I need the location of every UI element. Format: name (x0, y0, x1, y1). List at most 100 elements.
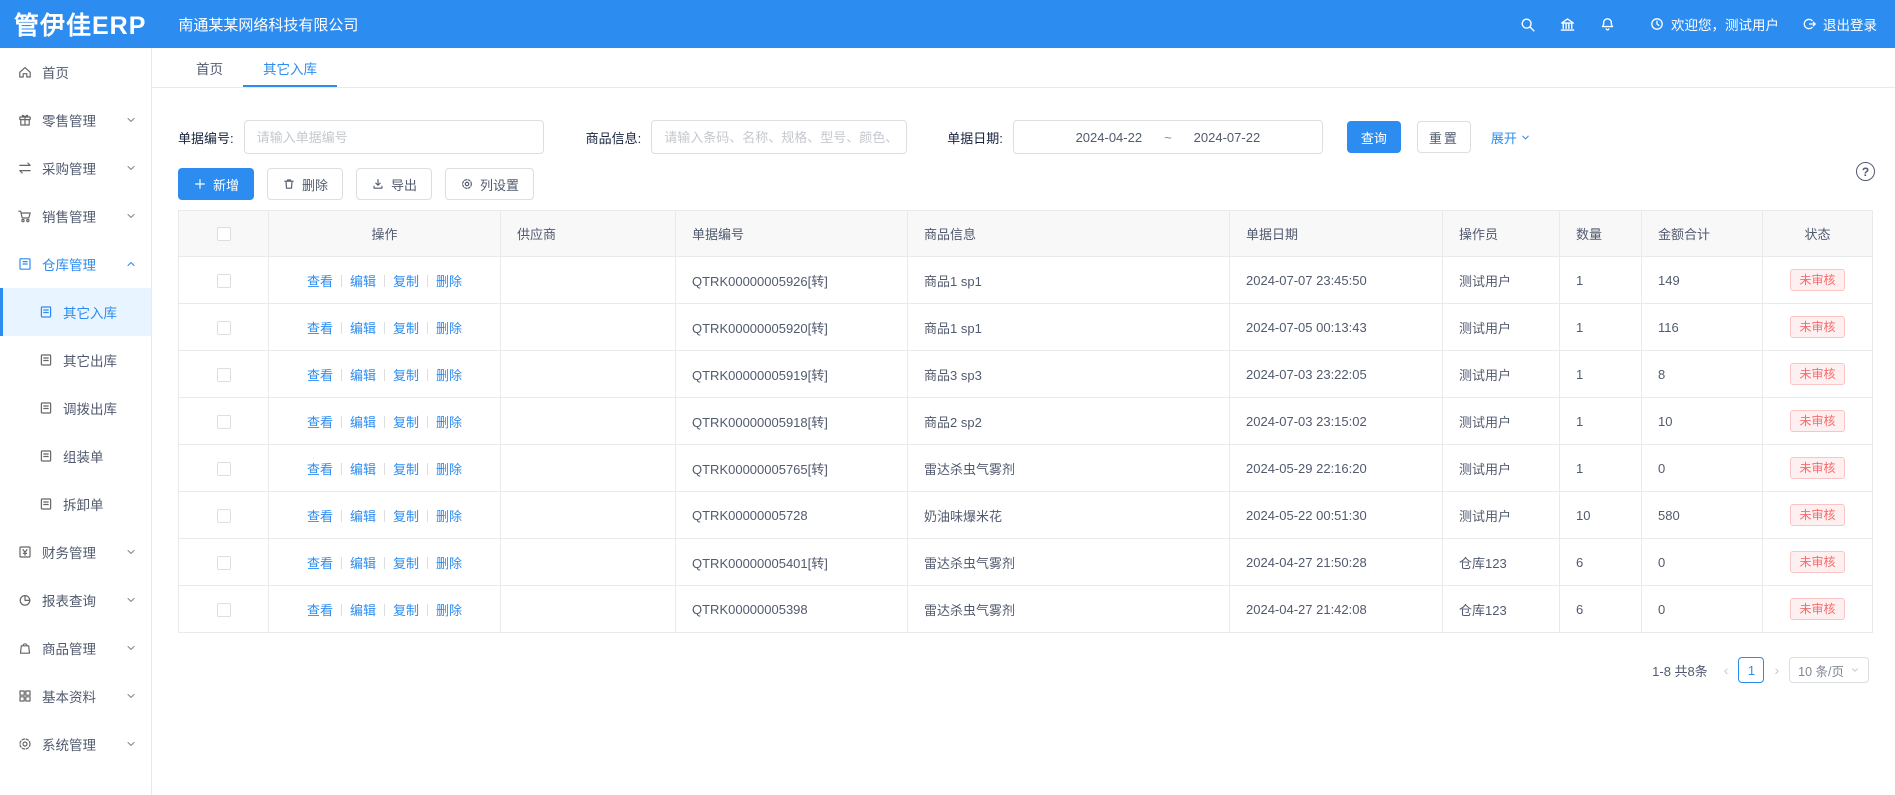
search-button[interactable]: 查询 (1347, 121, 1401, 153)
sidebar-item-disassembly-order[interactable]: 拆卸单 (0, 480, 151, 528)
copy-link[interactable]: 复制 (393, 509, 419, 524)
sidebar-item-basic-data[interactable]: 基本资料 (0, 672, 151, 720)
date-range-picker[interactable]: 2024-04-22 ~ 2024-07-22 (1013, 120, 1323, 154)
row-checkbox[interactable] (217, 321, 231, 335)
edit-link[interactable]: 编辑 (350, 556, 376, 571)
page-size-select[interactable]: 10 条/页 (1789, 657, 1869, 683)
help-icon[interactable]: ? (1856, 162, 1875, 181)
sidebar-item-sales[interactable]: 销售管理 (0, 192, 151, 240)
view-link[interactable]: 查看 (307, 556, 333, 571)
divider (384, 463, 385, 475)
supplier-cell (501, 492, 676, 539)
view-link[interactable]: 查看 (307, 321, 333, 336)
welcome-user[interactable]: 欢迎您，测试用户 (1649, 14, 1779, 34)
edit-link[interactable]: 编辑 (350, 321, 376, 336)
sidebar-item-transfer-outbound[interactable]: 调拨出库 (0, 384, 151, 432)
delete-link[interactable]: 删除 (436, 415, 462, 430)
tab-other-inbound[interactable]: 其它入库 (243, 48, 337, 87)
select-all-checkbox[interactable] (217, 227, 231, 241)
status-badge: 未审核 (1790, 551, 1844, 573)
tab-home[interactable]: 首页 (176, 48, 243, 87)
divider (427, 510, 428, 522)
delete-link[interactable]: 删除 (436, 274, 462, 289)
view-link[interactable]: 查看 (307, 462, 333, 477)
view-link[interactable]: 查看 (307, 415, 333, 430)
view-link[interactable]: 查看 (307, 274, 333, 289)
page-number-button[interactable]: 1 (1738, 657, 1764, 683)
sidebar-item-purchase[interactable]: 采购管理 (0, 144, 151, 192)
edit-link[interactable]: 编辑 (350, 274, 376, 289)
delete-button[interactable]: 删除 (267, 168, 343, 200)
delete-link[interactable]: 删除 (436, 509, 462, 524)
sidebar-item-assembly-order[interactable]: 组装单 (0, 432, 151, 480)
delete-link[interactable]: 删除 (436, 368, 462, 383)
prev-page-button[interactable]: ‹ (1722, 662, 1731, 678)
status-cell: 未审核 (1763, 257, 1873, 304)
delete-link[interactable]: 删除 (436, 603, 462, 618)
row-checkbox[interactable] (217, 603, 231, 617)
expand-link[interactable]: 展开 (1491, 128, 1531, 147)
edit-link[interactable]: 编辑 (350, 368, 376, 383)
row-checkbox[interactable] (217, 509, 231, 523)
copy-link[interactable]: 复制 (393, 603, 419, 618)
delete-link[interactable]: 删除 (436, 462, 462, 477)
actions-cell: 查看 编辑 复制 删除 (269, 539, 501, 586)
view-link[interactable]: 查看 (307, 368, 333, 383)
sidebar-item-other-outbound[interactable]: 其它出库 (0, 336, 151, 384)
status-badge: 未审核 (1790, 598, 1844, 620)
actions-cell: 查看 编辑 复制 删除 (269, 445, 501, 492)
edit-link[interactable]: 编辑 (350, 509, 376, 524)
view-link[interactable]: 查看 (307, 509, 333, 524)
copy-link[interactable]: 复制 (393, 415, 419, 430)
supplier-cell (501, 539, 676, 586)
chevron-down-icon (125, 114, 137, 126)
qty-cell: 1 (1560, 304, 1642, 351)
sidebar-item-system[interactable]: 系统管理 (0, 720, 151, 768)
column-header: 状态 (1763, 211, 1873, 257)
edit-link[interactable]: 编辑 (350, 462, 376, 477)
company-name: 南通某某网络科技有限公司 (178, 14, 358, 35)
chevron-down-icon (125, 642, 137, 654)
edit-link[interactable]: 编辑 (350, 415, 376, 430)
clock-icon (1649, 16, 1665, 32)
date-from-value[interactable]: 2024-04-22 (1076, 130, 1143, 145)
sidebar-item-retail[interactable]: 零售管理 (0, 96, 151, 144)
sidebar-item-other-inbound[interactable]: 其它入库 (0, 288, 151, 336)
sidebar-item-goods[interactable]: 商品管理 (0, 624, 151, 672)
goods-info-input[interactable] (651, 120, 907, 154)
delete-link[interactable]: 删除 (436, 556, 462, 571)
next-page-button[interactable]: › (1772, 662, 1781, 678)
sidebar-item-finance[interactable]: 财务管理 (0, 528, 151, 576)
row-checkbox[interactable] (217, 274, 231, 288)
view-link[interactable]: 查看 (307, 603, 333, 618)
copy-link[interactable]: 复制 (393, 556, 419, 571)
sidebar-item-warehouse[interactable]: 仓库管理 (0, 240, 151, 288)
chevron-down-icon (1520, 132, 1531, 143)
copy-link[interactable]: 复制 (393, 321, 419, 336)
delete-link[interactable]: 删除 (436, 321, 462, 336)
bank-icon[interactable] (1547, 16, 1587, 33)
edit-link[interactable]: 编辑 (350, 603, 376, 618)
row-checkbox[interactable] (217, 415, 231, 429)
search-icon[interactable] (1507, 16, 1547, 33)
doc-icon (38, 448, 54, 464)
copy-link[interactable]: 复制 (393, 274, 419, 289)
date-to-value[interactable]: 2024-07-22 (1194, 130, 1261, 145)
divider (384, 557, 385, 569)
column-settings-button[interactable]: 列设置 (445, 168, 534, 200)
status-cell: 未审核 (1763, 304, 1873, 351)
logout-button[interactable]: 退出登录 (1801, 14, 1877, 34)
row-checkbox[interactable] (217, 556, 231, 570)
copy-link[interactable]: 复制 (393, 368, 419, 383)
copy-link[interactable]: 复制 (393, 462, 419, 477)
add-button[interactable]: 新增 (178, 168, 254, 200)
date-range-separator: ~ (1164, 130, 1172, 145)
reset-button[interactable]: 重置 (1417, 121, 1471, 153)
row-checkbox[interactable] (217, 368, 231, 382)
sidebar-item-home[interactable]: 首页 (0, 48, 151, 96)
bill-no-input[interactable] (244, 120, 544, 154)
row-checkbox[interactable] (217, 462, 231, 476)
bell-icon[interactable] (1587, 16, 1627, 33)
sidebar-item-report[interactable]: 报表查询 (0, 576, 151, 624)
export-button[interactable]: 导出 (356, 168, 432, 200)
